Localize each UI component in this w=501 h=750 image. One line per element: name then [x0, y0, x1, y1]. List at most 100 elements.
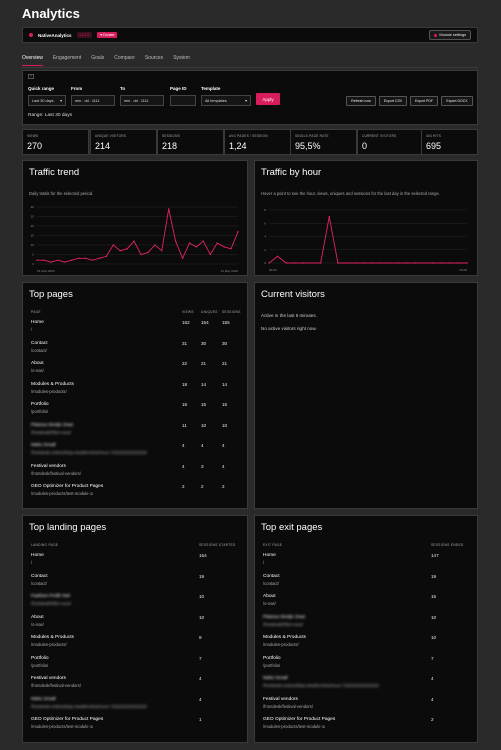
row-page-title[interactable]: Portfolio: [31, 656, 49, 661]
row-page-title[interactable]: Home: [31, 553, 44, 558]
data-point[interactable]: [268, 262, 270, 264]
row-page-title[interactable]: Pitanus Dezijn Sout: [31, 423, 73, 428]
row-page-title[interactable]: Festival vendors: [31, 464, 66, 469]
data-point[interactable]: [154, 244, 156, 246]
traffic-trend-chart[interactable]: 30 25 20 15 10 5 015 April 2026 14 May 2026: [23, 201, 249, 276]
row-page-title[interactable]: About: [31, 615, 44, 620]
data-point[interactable]: [457, 262, 460, 264]
template-select[interactable]: All templates ▾: [201, 95, 251, 106]
data-point[interactable]: [43, 259, 45, 261]
tab-system[interactable]: System: [173, 55, 190, 66]
row-page-title[interactable]: Modules & Products: [263, 635, 306, 640]
traffic-by-hour-chart[interactable]: 8 6 4 2 000:00 23:00: [255, 201, 479, 276]
data-point[interactable]: [354, 262, 356, 264]
data-point[interactable]: [371, 262, 374, 264]
row-page-title[interactable]: Neko Smail: [263, 676, 288, 681]
collapse-filters-button[interactable]: ‹: [28, 74, 34, 79]
data-point[interactable]: [202, 240, 205, 242]
row-page-title[interactable]: Portfolio: [31, 402, 49, 407]
data-point[interactable]: [276, 255, 279, 258]
data-point[interactable]: [36, 259, 38, 261]
data-point[interactable]: [50, 261, 52, 263]
data-point[interactable]: [294, 262, 296, 264]
data-point[interactable]: [126, 248, 128, 250]
data-point[interactable]: [64, 261, 66, 263]
row-page-title[interactable]: Neko Smail: [31, 443, 56, 448]
data-point[interactable]: [140, 253, 142, 256]
donate-button[interactable]: ♥ Donate: [97, 32, 118, 38]
tab-sources[interactable]: Sources: [145, 55, 163, 66]
data-point[interactable]: [337, 262, 339, 264]
row-page-title[interactable]: About: [31, 361, 44, 366]
from-date-input[interactable]: mm . dd . 1111: [71, 95, 115, 106]
row-page-title[interactable]: Festival vendors: [31, 676, 66, 681]
data-point[interactable]: [285, 262, 287, 264]
data-point[interactable]: [345, 262, 348, 264]
row-page-title[interactable]: Contact: [31, 574, 48, 579]
data-point[interactable]: [406, 262, 408, 264]
data-point[interactable]: [161, 250, 163, 252]
data-point[interactable]: [167, 208, 170, 210]
data-point[interactable]: [188, 242, 191, 244]
data-point[interactable]: [181, 257, 184, 259]
data-point[interactable]: [328, 215, 330, 218]
data-point[interactable]: [388, 262, 391, 264]
row-page-title[interactable]: Contact: [263, 574, 280, 579]
data-point[interactable]: [466, 262, 468, 264]
refresh-button[interactable]: Refresh now: [346, 96, 376, 106]
row-page-title[interactable]: Modules & Products: [31, 635, 74, 640]
data-point[interactable]: [57, 259, 59, 261]
data-point[interactable]: [380, 262, 382, 264]
data-point[interactable]: [431, 262, 434, 264]
data-point[interactable]: [84, 257, 87, 259]
quick-range-select[interactable]: Last 30 days ▾: [28, 95, 66, 106]
page-id-input[interactable]: [170, 95, 196, 106]
data-point[interactable]: [77, 257, 80, 259]
data-point[interactable]: [98, 257, 101, 259]
row-page-title[interactable]: About: [263, 594, 276, 599]
row-page-title[interactable]: Neko Smail: [31, 697, 56, 702]
row-page-title[interactable]: Contact: [31, 341, 48, 346]
data-point[interactable]: [223, 246, 225, 248]
row-page-title[interactable]: Pitanus Dezijn Sout: [263, 615, 305, 620]
data-point[interactable]: [112, 244, 114, 246]
data-point[interactable]: [174, 240, 177, 242]
row-page-title[interactable]: Home: [263, 553, 276, 558]
data-point[interactable]: [449, 262, 451, 264]
data-point[interactable]: [423, 262, 425, 264]
data-point[interactable]: [119, 250, 121, 252]
data-point[interactable]: [209, 253, 211, 256]
tab-overview[interactable]: Overview: [22, 55, 43, 66]
tab-goals[interactable]: Goals: [91, 55, 104, 66]
data-point[interactable]: [216, 242, 218, 244]
data-point[interactable]: [70, 259, 73, 261]
tab-compare[interactable]: Compare: [114, 55, 135, 66]
data-point[interactable]: [230, 248, 232, 250]
row-page-title[interactable]: GEO Optimizer for Product Pages: [263, 717, 335, 722]
export-csv-button[interactable]: Export CSV: [379, 96, 407, 106]
data-point[interactable]: [237, 231, 239, 233]
row-page-title[interactable]: Home: [31, 320, 44, 325]
tab-engagement[interactable]: Engagement: [53, 55, 81, 66]
data-point[interactable]: [105, 255, 108, 258]
data-point[interactable]: [397, 262, 399, 264]
row-page-title[interactable]: Fashion Profil Hiel: [31, 594, 70, 599]
row-page-title[interactable]: Festival vendors: [263, 697, 298, 702]
data-point[interactable]: [319, 262, 322, 264]
apply-button[interactable]: Apply: [256, 93, 280, 105]
data-point[interactable]: [311, 262, 313, 264]
data-point[interactable]: [302, 262, 305, 264]
row-page-title[interactable]: Portfolio: [263, 656, 281, 661]
data-point[interactable]: [91, 259, 94, 261]
export-docx-button[interactable]: Export DOCX: [441, 96, 473, 106]
data-point[interactable]: [440, 262, 442, 264]
data-point[interactable]: [147, 251, 149, 254]
row-page-title[interactable]: GEO Optimizer for Product Pages: [31, 484, 103, 489]
export-pdf-button[interactable]: Export PDF: [410, 96, 438, 106]
data-point[interactable]: [414, 262, 417, 264]
data-point[interactable]: [195, 246, 198, 248]
data-point[interactable]: [362, 262, 365, 264]
to-date-input[interactable]: mm . dd . 1111: [120, 95, 164, 106]
row-page-title[interactable]: Modules & Products: [31, 382, 74, 387]
row-page-title[interactable]: GEO Optimizer for Product Pages: [31, 717, 103, 722]
